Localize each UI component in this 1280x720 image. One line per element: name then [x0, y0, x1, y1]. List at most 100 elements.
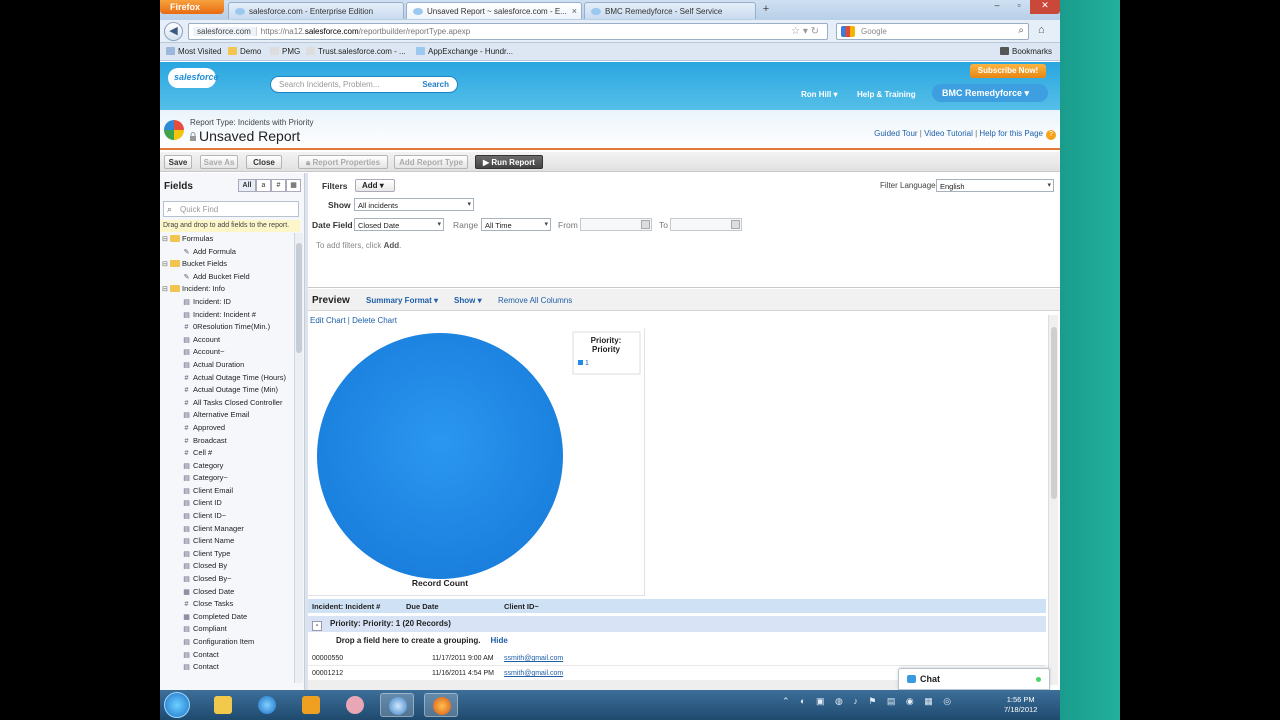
field-item[interactable]: ▤ Category	[162, 461, 292, 474]
url-bar[interactable]: salesforce.com https://na12.salesforce.co…	[188, 23, 828, 40]
bookmark-star-icon[interactable]: ☆ ▾ ↻	[791, 26, 819, 37]
close-tab-icon[interactable]: ×	[572, 6, 577, 16]
close-button[interactable]: Close	[246, 155, 282, 169]
bookmarks-menu[interactable]: Bookmarks	[1000, 47, 1052, 56]
app-menu[interactable]: BMC Remedyforce ▾	[932, 84, 1048, 102]
guided-tour-link[interactable]: Guided Tour	[874, 129, 917, 138]
field-item[interactable]: ▤ Category~	[162, 473, 292, 486]
from-date-input[interactable]	[580, 218, 652, 231]
calendar-icon[interactable]	[641, 220, 650, 229]
search-icon[interactable]: ⌕	[1018, 25, 1024, 36]
filter-number-icon[interactable]: #	[271, 179, 286, 192]
user-menu[interactable]: Ron Hill ▾	[801, 90, 837, 99]
field-item[interactable]: ▤ Closed By~	[162, 574, 292, 587]
field-item[interactable]: ▤ Account	[162, 335, 292, 348]
sidebar-search-input[interactable]: Search Incidents, Problem... Search	[270, 76, 458, 93]
taskbar-ie[interactable]	[250, 693, 284, 717]
search-button[interactable]: Search	[422, 80, 449, 89]
tab-enterprise-edition[interactable]: salesforce.com - Enterprise Edition	[228, 2, 404, 19]
new-tab-plus-icon[interactable]: +	[758, 3, 774, 17]
scroll-thumb[interactable]	[296, 243, 302, 353]
taskbar-explorer[interactable]	[206, 693, 240, 717]
video-tutorial-link[interactable]: Video Tutorial	[924, 129, 973, 138]
filter-all-button[interactable]: All	[238, 179, 256, 192]
taskbar-recorder[interactable]	[380, 693, 414, 717]
scroll-thumb[interactable]	[1051, 327, 1057, 499]
report-properties-button[interactable]: 🔒︎ Report Properties	[298, 155, 388, 169]
salesforce-logo[interactable]: salesforce	[168, 68, 219, 88]
field-item[interactable]: ▤ Configuration Item	[162, 637, 292, 650]
field-item[interactable]: ▦ Completed Date	[162, 612, 292, 625]
delete-chart-link[interactable]: Delete Chart	[352, 316, 397, 325]
field-item[interactable]: ▤ Client Type	[162, 549, 292, 562]
field-item[interactable]: ▦ Closed Date	[162, 587, 292, 600]
show-menu[interactable]: Show ▾	[454, 296, 482, 305]
show-select[interactable]: All incidents ▾	[354, 198, 474, 211]
to-date-input[interactable]	[670, 218, 742, 231]
fields-scrollbar[interactable]	[294, 233, 303, 683]
field-item[interactable]: ▤ Client ID~	[162, 511, 292, 524]
add-field-link[interactable]: ✎ Add Formula	[162, 247, 292, 260]
field-item[interactable]: ▤ Incident: ID	[162, 297, 292, 310]
field-item[interactable]: ▤ Contact	[162, 662, 292, 675]
field-folder[interactable]: ⊟ Incident: Info	[162, 284, 292, 297]
collapse-group-icon[interactable]: -	[312, 621, 322, 631]
save-as-button[interactable]: Save As	[200, 155, 238, 169]
field-item[interactable]: # All Tasks Closed Controller	[162, 398, 292, 411]
run-report-button[interactable]: ▶ Run Report	[475, 155, 543, 169]
tab-unsaved-report[interactable]: Unsaved Report ~ salesforce.com - E... ×	[406, 2, 582, 19]
preview-scrollbar[interactable]	[1048, 315, 1058, 685]
field-item[interactable]: ▤ Incident: Incident #	[162, 310, 292, 323]
taskbar-clock[interactable]: 1:56 PM 7/18/2012	[1004, 695, 1037, 715]
calendar-icon[interactable]	[731, 220, 740, 229]
site-identity[interactable]: salesforce.com	[193, 27, 257, 36]
column-header-incident[interactable]: Incident: Incident #	[312, 602, 380, 611]
quick-find-input[interactable]: ⌕ Quick Find	[163, 201, 299, 217]
field-folder[interactable]: ⊟ Formulas	[162, 234, 292, 247]
field-item[interactable]: # Approved	[162, 423, 292, 436]
bookmark-appexchange[interactable]: AppExchange - Hundr...	[416, 47, 513, 56]
column-header-due-date[interactable]: Due Date	[406, 602, 439, 611]
field-item[interactable]: # Broadcast	[162, 436, 292, 449]
field-item[interactable]: ▤ Client Email	[162, 486, 292, 499]
column-header-client-id[interactable]: Client ID~	[504, 602, 539, 611]
client-email-link[interactable]: ssmith@gmail.com	[504, 670, 563, 677]
minimize-icon[interactable]: –	[986, 0, 1008, 14]
field-folder[interactable]: ⊟ Bucket Fields	[162, 259, 292, 272]
field-item[interactable]: ▤ Contact	[162, 650, 292, 663]
tab-bmc-remedyforce[interactable]: BMC Remedyforce - Self Service	[584, 2, 756, 19]
range-select[interactable]: All Time ▾	[481, 218, 551, 231]
filter-date-icon[interactable]: ▦	[286, 179, 301, 192]
format-menu[interactable]: Summary Format ▾	[366, 296, 438, 305]
grouping-drop-zone[interactable]: Drop a field here to create a grouping. H…	[308, 634, 1046, 648]
field-item[interactable]: ▤ Client Name	[162, 536, 292, 549]
web-search-input[interactable]: Google ⌕	[836, 23, 1029, 40]
taskbar-snipping[interactable]	[338, 693, 372, 717]
bookmark-trust[interactable]: Trust.salesforce.com - ...	[306, 47, 406, 56]
field-item[interactable]: ▤ Client Manager	[162, 524, 292, 537]
window-close-icon[interactable]: ✕	[1030, 0, 1060, 14]
filter-language-select[interactable]: English ▾	[936, 179, 1054, 192]
hide-link[interactable]: Hide	[490, 636, 507, 645]
filter-text-icon[interactable]: a	[256, 179, 271, 192]
field-item[interactable]: #0Resolution Time(Min.)	[162, 322, 292, 335]
firefox-menu-button[interactable]: Firefox	[160, 0, 224, 14]
field-item[interactable]: ▤ Alternative Email	[162, 410, 292, 423]
field-item[interactable]: ▤ Account~	[162, 347, 292, 360]
taskbar-outlook[interactable]	[294, 693, 328, 717]
client-email-link[interactable]: ssmith@gmail.com	[504, 655, 563, 662]
help-icon[interactable]: ?	[1046, 130, 1056, 140]
bookmark-pmg[interactable]: PMG	[270, 47, 300, 56]
field-item[interactable]: ▤ Actual Duration	[162, 360, 292, 373]
start-button[interactable]	[164, 692, 190, 718]
help-for-page-link[interactable]: Help for this Page	[979, 129, 1043, 138]
expand-icon[interactable]: ⊟	[162, 260, 170, 268]
bookmark-most-visited[interactable]: Most Visited	[166, 47, 221, 56]
edit-chart-link[interactable]: Edit Chart	[310, 316, 346, 325]
expand-icon[interactable]: ⊟	[162, 285, 170, 293]
bookmark-demo[interactable]: Demo	[228, 47, 261, 56]
date-field-select[interactable]: Closed Date ▾	[354, 218, 444, 231]
add-field-link[interactable]: ✎ Add Bucket Field	[162, 272, 292, 285]
field-item[interactable]: ▤ Compliant	[162, 624, 292, 637]
field-item[interactable]: ▤ Closed By	[162, 561, 292, 574]
